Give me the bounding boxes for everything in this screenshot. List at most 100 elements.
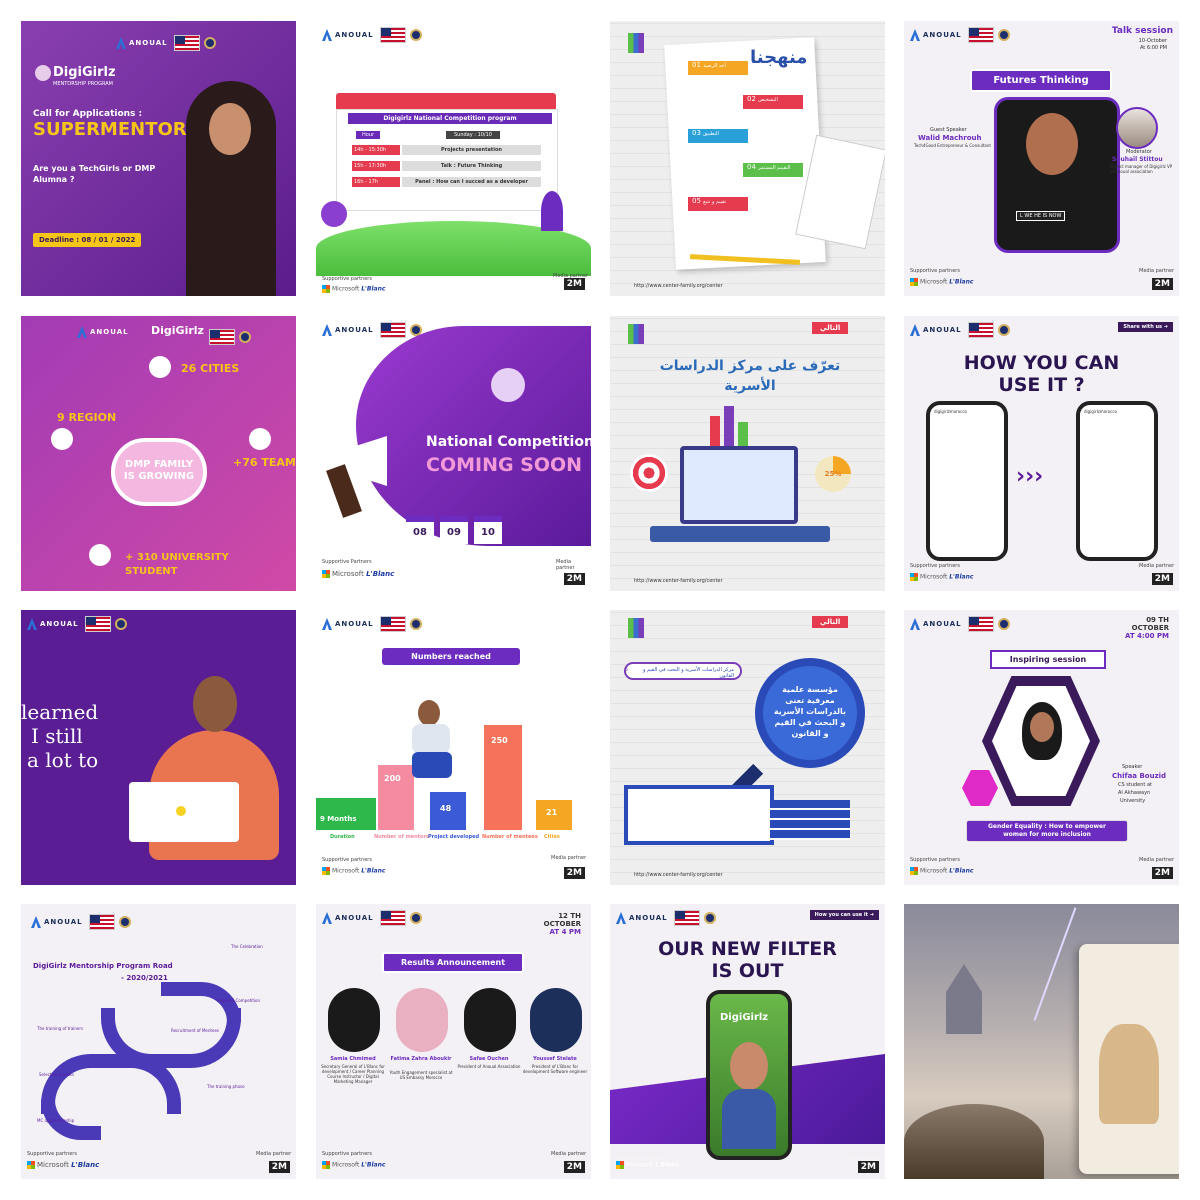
microsoft-icon (910, 867, 918, 875)
duration-value: 9 Months (320, 815, 357, 823)
partners-label: Supportive partners (27, 1151, 77, 1157)
center-logo-icon (628, 324, 644, 344)
partner-logos: Microsoft L'Blanc (910, 573, 973, 581)
alumna-question: Are you a TechGirls or DMP Alumna ? (33, 164, 156, 184)
date-day: 12 TH (558, 912, 581, 920)
brand-logo: ANOUAL (322, 27, 422, 43)
row-time: 14h - 15:30h (352, 145, 400, 155)
road-step: MC apprenticeship (37, 1118, 75, 1123)
talk-time: At 6:00 PM (1139, 45, 1167, 51)
embassy-seal-icon (997, 29, 1010, 41)
tile-family-center[interactable]: التالي تعرّف على مركز الدراسات الأسرية 2… (610, 316, 885, 591)
website-url[interactable]: http://www.center-family.org/center (634, 872, 723, 878)
cities-value: 21 (546, 808, 558, 817)
2m-logo: 2M (563, 278, 585, 290)
person-name: Youssef Stelate (533, 1056, 577, 1062)
tile-learned[interactable]: ANOUAL learned I still a lot to (21, 610, 296, 885)
tile-new-filter[interactable]: ANOUAL How you can use it ➜ OUR NEW FILT… (610, 904, 885, 1179)
us-flag-icon (379, 616, 406, 632)
us-flag-icon (673, 910, 700, 926)
shirt-text: L WE HE IS NOW (1016, 211, 1066, 221)
road-step: Regional Competition (217, 998, 261, 1003)
us-flag-icon (967, 616, 994, 632)
moderator-name: Souhail Stittou (1112, 156, 1163, 163)
person-desc: President of Anoual Association (457, 1064, 521, 1069)
tile-results-announcement[interactable]: ANOUAL 12 TH OCTOBER AT 4 PM Results Ann… (316, 904, 591, 1179)
partners-label: Supportive partners (322, 857, 372, 863)
bar-red (710, 416, 720, 446)
region-stat: 9 REGION (57, 411, 117, 424)
speaker-desc3: University (1120, 798, 1146, 804)
person-name: Samia Chmimed (330, 1056, 376, 1062)
partner-logos: Microsoft L'Blanc (27, 1161, 99, 1169)
step-4: 04 التقييم المستمر (743, 163, 803, 177)
anoual-icon (322, 324, 332, 336)
website-url[interactable]: http://www.center-family.org/center (634, 578, 723, 584)
student-icon (89, 544, 111, 566)
tile-magnifier[interactable]: التالي مركز الدراسات الأسرية و البحث في … (610, 610, 885, 885)
laptop-screen (624, 785, 774, 845)
tile-numbers-reached[interactable]: ANOUAL Numbers reached 9 Months 200 48 2… (316, 610, 591, 885)
tile-competition-program[interactable]: ANOUAL Digigirlz National Competition pr… (316, 21, 591, 296)
partners-label: Supportive partners (616, 1151, 666, 1157)
profile-handle: digigirlzmorocco (934, 409, 967, 414)
road-step: The Celebration (231, 944, 263, 949)
brand-logo: ANOUAL (322, 616, 422, 632)
tile-futures-thinking[interactable]: ANOUAL Talk session 10-October At 6:00 P… (904, 21, 1179, 296)
tile-how-to-use[interactable]: ANOUAL Share with us ➜ HOW YOU CAN USE I… (904, 316, 1179, 591)
tile-program-road[interactable]: ANOUAL DigiGirlz Mentorship Program Road… (21, 904, 296, 1179)
person-desc: Youth Engagement specialist at US Embass… (389, 1070, 453, 1080)
tile-dmp-family[interactable]: ANOUAL DigiGirlz 26 CITIES 9 REGION +76 … (21, 316, 296, 591)
partner-logos: Microsoft L'Blanc (322, 867, 385, 875)
call-line: Call for Applications : (33, 109, 143, 119)
embassy-seal-icon (239, 330, 251, 343)
search-box[interactable]: مركز الدراسات الأسرية و البحث في القيم و… (624, 662, 742, 680)
website-url[interactable]: http://www.center-family.org/center (634, 283, 723, 289)
road-step: The training phase (207, 1084, 245, 1089)
guest-desc: Tech4Good Entrepreneur & Consultant (914, 143, 991, 148)
next-button[interactable]: التالي (812, 322, 849, 334)
microsoft-icon (322, 1161, 330, 1169)
speaker-name: Chifaa Bouzid (1112, 772, 1167, 780)
anoual-icon (322, 29, 332, 41)
us-flag-icon (379, 27, 406, 43)
how-to-use-button[interactable]: How you can use it ➜ (809, 910, 879, 920)
anoual-icon (322, 618, 332, 630)
results-title: Results Announcement (382, 952, 524, 973)
brand-logo: ANOUAL (910, 322, 1010, 338)
row-event: Projects presentation (402, 145, 541, 155)
phone-right: digigirlzmorocco (1076, 401, 1158, 561)
partner-logos: Microsoft L'Blanc (322, 285, 385, 293)
mentees-value: 250 (491, 736, 508, 745)
tile-inspiring-session[interactable]: ANOUAL 09 TH OCTOBER AT 4:00 PM Inspirin… (904, 610, 1179, 885)
microsoft-icon (27, 1161, 35, 1169)
coming-soon-line: COMING SOON (426, 454, 583, 476)
flask-icon (321, 201, 347, 227)
date-day: 09 TH (1146, 616, 1169, 624)
microsoft-icon (910, 573, 918, 581)
lens-text: مؤسسة علمية معرفية تعنى بالدراسات الأسرية و… (773, 685, 847, 738)
tile-manhajuna[interactable]: منهجنا 01 أخذ الرصيد 02 التشخيص 03 التطب… (610, 21, 885, 296)
tile-fantasy-book[interactable] (904, 904, 1179, 1179)
profile-handle: digigirlzmorocco (1084, 409, 1117, 414)
share-button[interactable]: Share with us ➜ (1118, 322, 1173, 332)
tile-coming-soon[interactable]: ANOUAL National Competition COMING SOON … (316, 316, 591, 591)
book-illustration (1099, 1024, 1159, 1124)
media-label: Media partner (551, 855, 587, 861)
arrow-right-icon: ➜ (1163, 324, 1168, 330)
brand-logo: ANOUAL (322, 322, 422, 338)
books-stack (770, 800, 850, 840)
competition-line: National Competition (426, 434, 591, 450)
topic-banner: Gender Equality : How to empower women fo… (966, 820, 1128, 842)
day-label: Sunday : 10/10 (446, 131, 500, 139)
person-name: Safae Ouchen (469, 1056, 509, 1062)
guest-role: Guest Speaker (930, 127, 967, 133)
anoual-icon (77, 326, 87, 338)
road-step: Recruitment of Mentees (171, 1028, 219, 1033)
next-button[interactable]: التالي (812, 616, 849, 628)
row-time: 16h - 17h (352, 177, 400, 187)
team-stat: +76 TEAM (233, 456, 296, 469)
person-photo (396, 988, 448, 1052)
microsoft-icon (910, 278, 918, 286)
tile-supermentors[interactable]: ANOUAL DigiGirlz MENTORSHIP PROGRAM Call… (21, 21, 296, 296)
